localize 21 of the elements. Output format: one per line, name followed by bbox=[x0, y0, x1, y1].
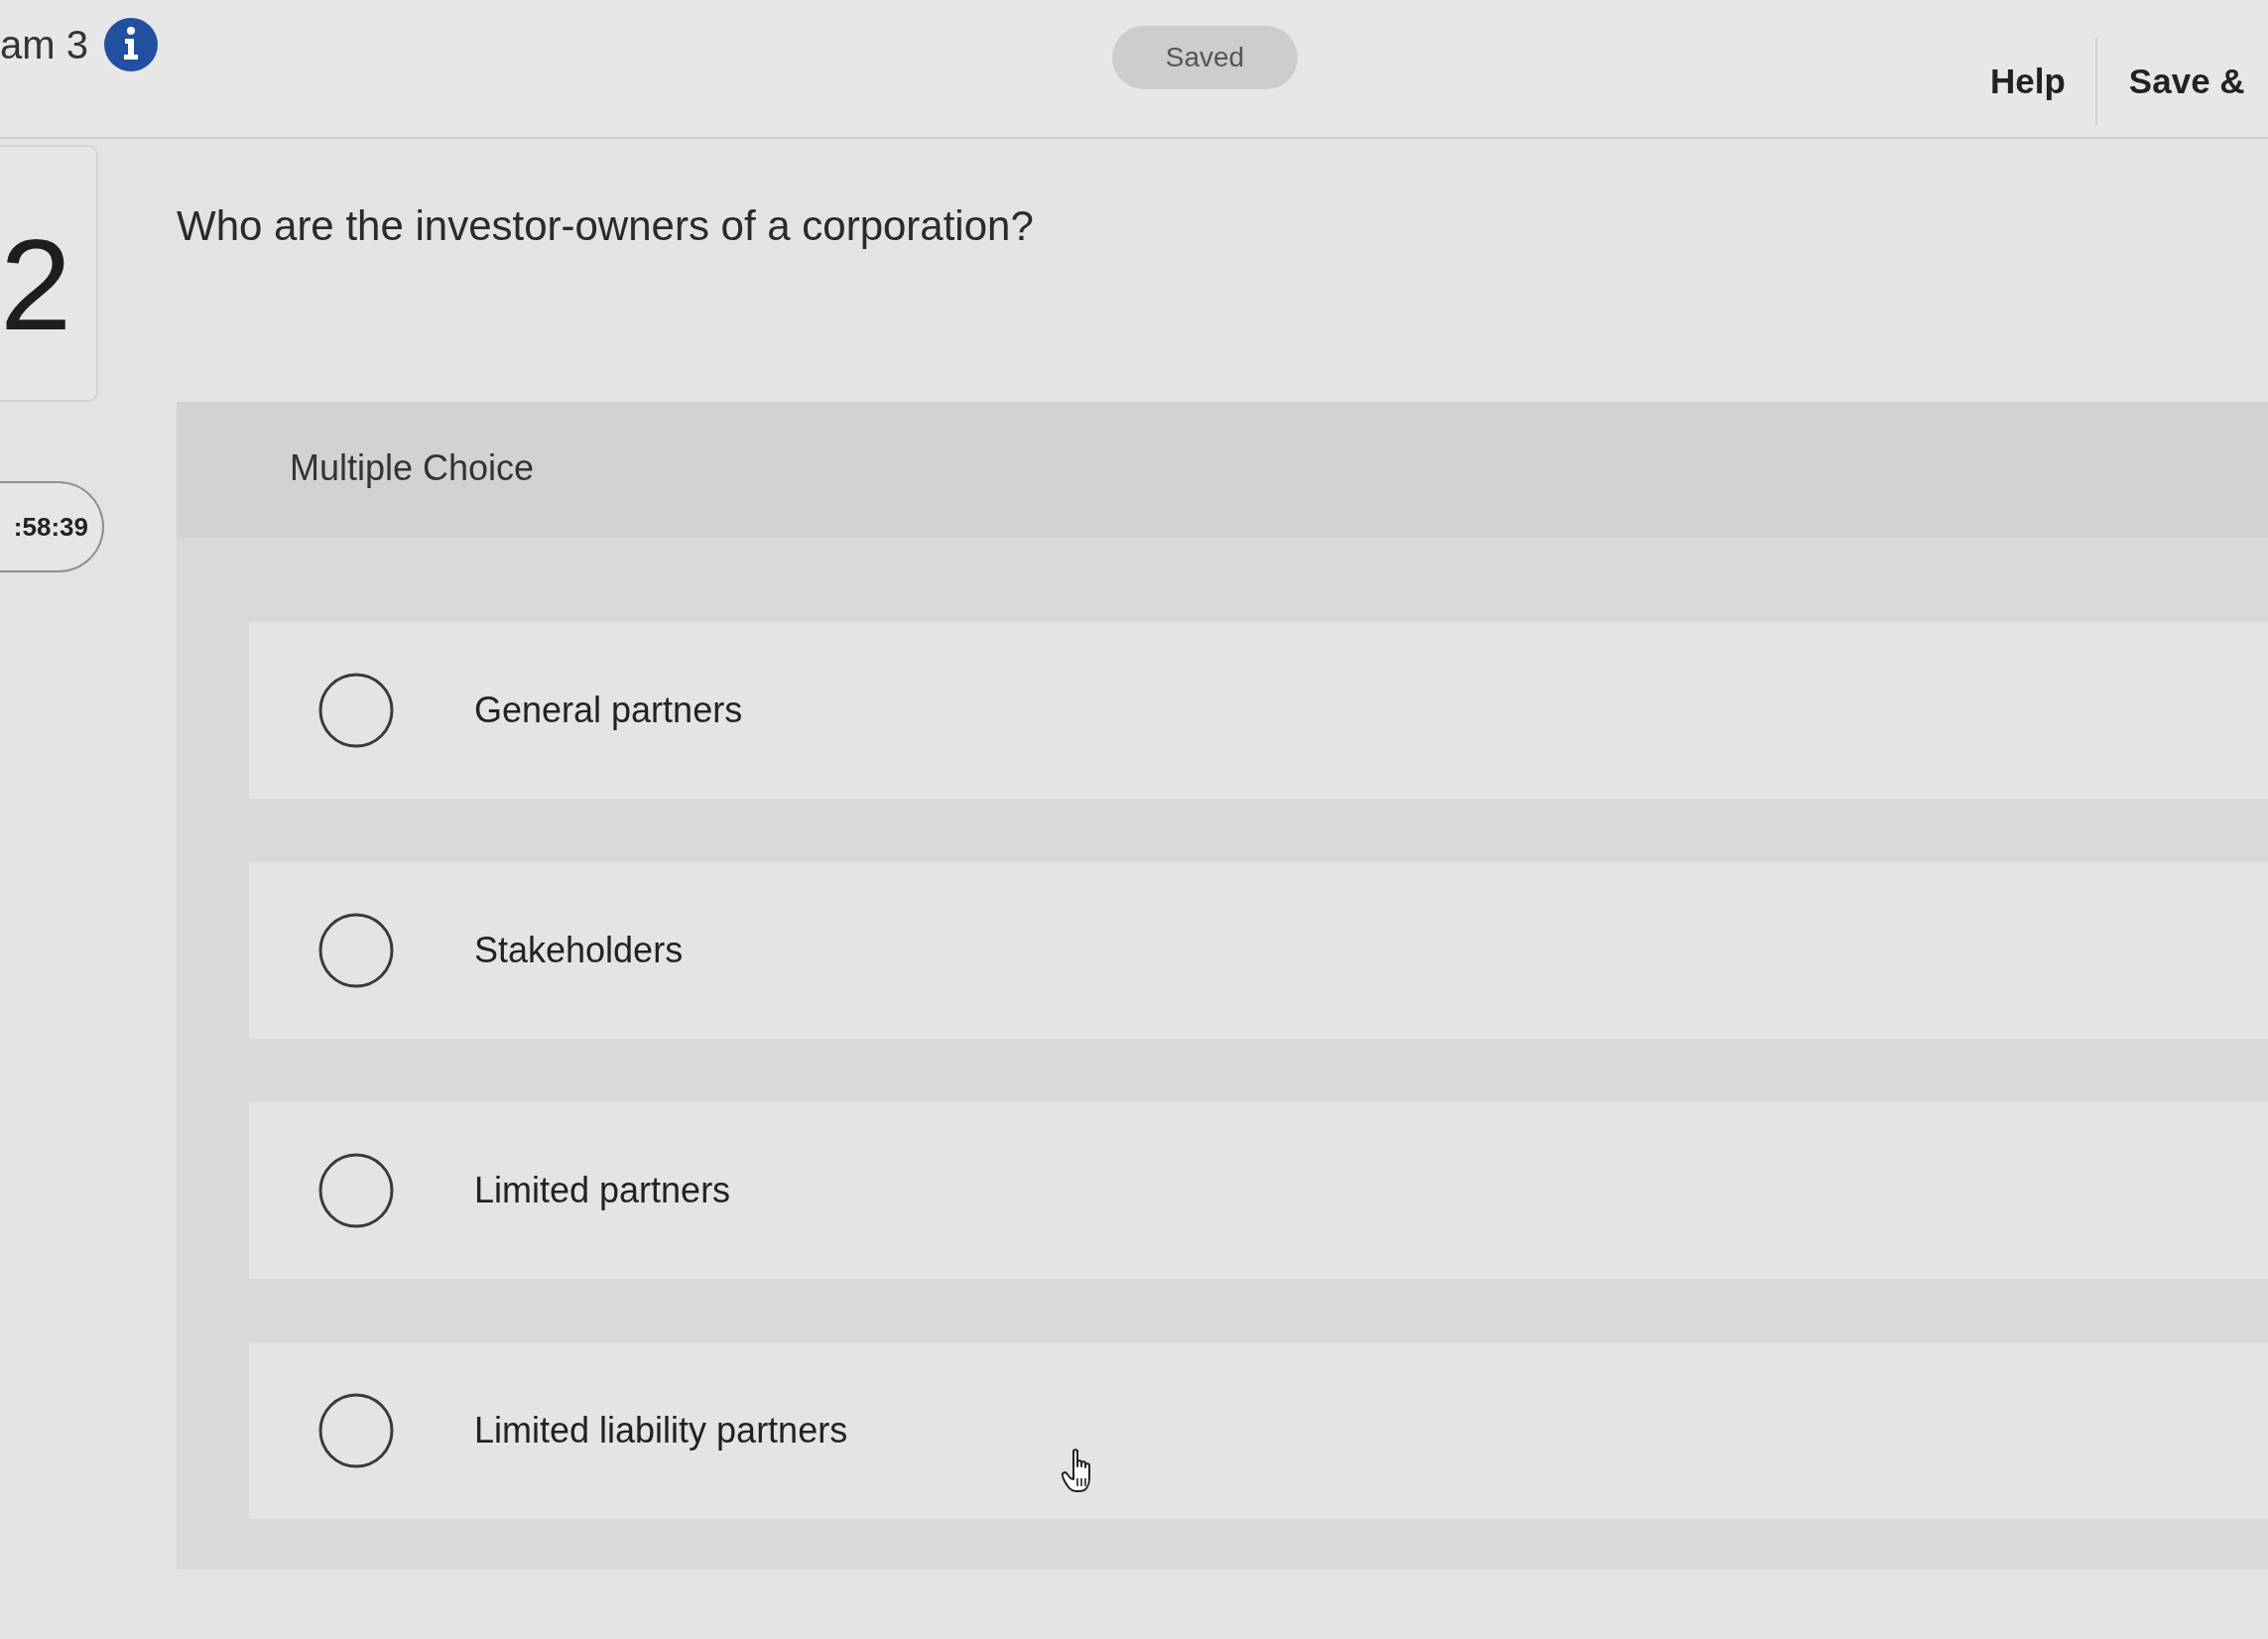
radio-button[interactable] bbox=[318, 673, 394, 748]
info-icon[interactable] bbox=[103, 18, 158, 71]
question-number: 2 bbox=[0, 145, 98, 402]
help-button[interactable]: Help bbox=[1984, 58, 2072, 105]
question-text: Who are the investor-owners of a corporation? bbox=[177, 202, 1034, 249]
timer: :58:39 bbox=[0, 481, 104, 572]
save-button[interactable]: Save & bbox=[2122, 58, 2251, 105]
radio-button[interactable] bbox=[318, 913, 394, 988]
answer-option[interactable]: General partners bbox=[249, 622, 2268, 799]
radio-button[interactable] bbox=[318, 1393, 394, 1468]
answer-option[interactable]: Limited liability partners bbox=[249, 1342, 2268, 1519]
question-type-label: Multiple Choice bbox=[290, 447, 535, 488]
option-label: Limited liability partners bbox=[474, 1410, 848, 1451]
radio-button[interactable] bbox=[318, 1153, 394, 1228]
page-title: am 3 bbox=[0, 22, 88, 67]
option-label: Stakeholders bbox=[474, 930, 684, 971]
option-label: Limited partners bbox=[474, 1170, 731, 1211]
answer-option[interactable]: Stakeholders bbox=[249, 862, 2268, 1039]
answer-option[interactable]: Limited partners bbox=[249, 1102, 2268, 1279]
save-status-badge: Saved bbox=[1112, 26, 1298, 89]
option-label: General partners bbox=[474, 690, 743, 731]
